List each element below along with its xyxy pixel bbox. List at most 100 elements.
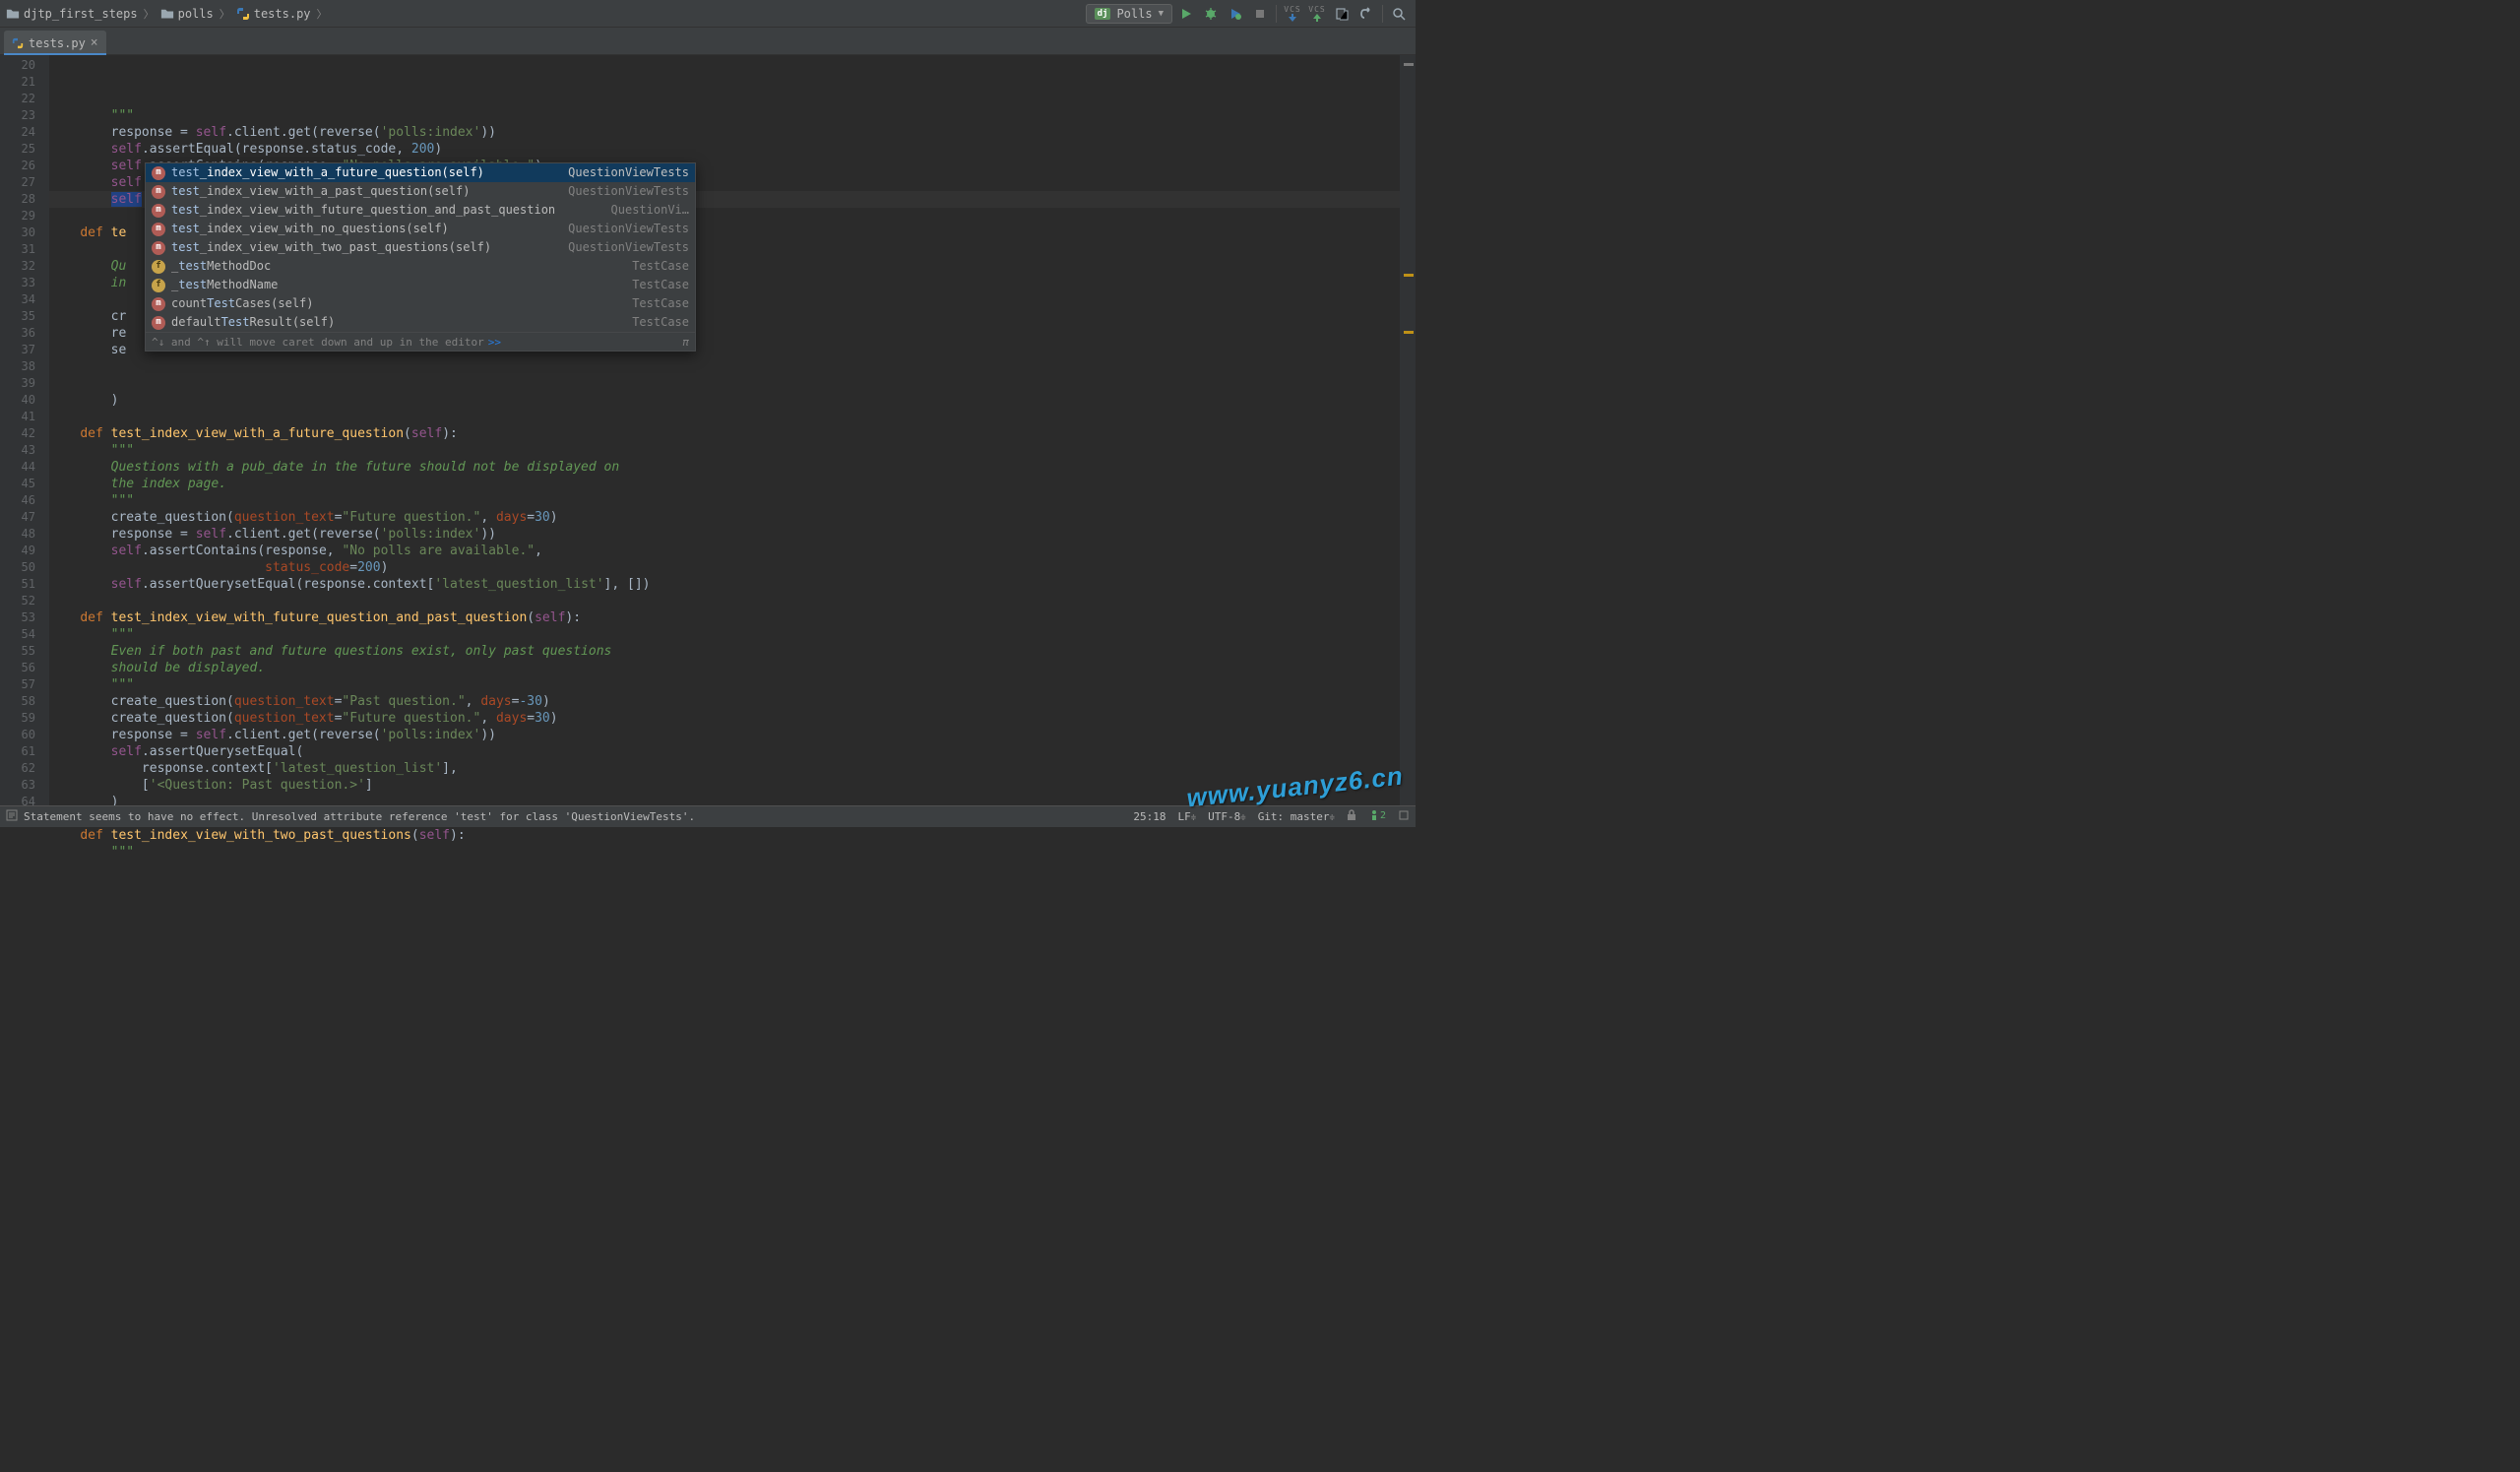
line-number[interactable]: 29 [0, 208, 35, 224]
caret-position[interactable]: 25:18 [1133, 810, 1166, 823]
debug-button[interactable] [1200, 3, 1222, 25]
line-number[interactable]: 46 [0, 492, 35, 509]
run-with-coverage-button[interactable] [1225, 3, 1246, 25]
memory-indicator[interactable] [1398, 809, 1410, 824]
completion-expand-link[interactable]: >> [488, 334, 501, 351]
breadcrumb-item-root[interactable]: djtp_first_steps [6, 7, 138, 21]
code-line[interactable]: def test_index_view_with_a_future_questi… [49, 425, 1416, 442]
code-line[interactable]: def test_index_view_with_future_question… [49, 609, 1416, 626]
line-number[interactable]: 39 [0, 375, 35, 392]
completion-popup[interactable]: mtest_index_view_with_a_future_question(… [145, 162, 696, 352]
run-configuration-selector[interactable]: dj Polls ▼ [1086, 4, 1172, 24]
completion-item[interactable]: f_testMethodNameTestCase [146, 276, 695, 294]
line-number[interactable]: 23 [0, 107, 35, 124]
run-button[interactable] [1175, 3, 1197, 25]
vcs-update-button[interactable]: VCS [1282, 3, 1303, 25]
line-number[interactable]: 32 [0, 258, 35, 275]
completion-item[interactable]: mtest_index_view_with_future_question_an… [146, 201, 695, 220]
line-number[interactable]: 53 [0, 609, 35, 626]
code-line[interactable]: response = self.client.get(reverse('poll… [49, 124, 1416, 141]
line-number[interactable]: 50 [0, 559, 35, 576]
stop-button[interactable] [1249, 3, 1271, 25]
file-encoding[interactable]: UTF-8≑ [1208, 810, 1246, 823]
code-line[interactable]: status_code=200) [49, 559, 1416, 576]
code-line[interactable]: self.assertQuerysetEqual(response.contex… [49, 576, 1416, 593]
code-line[interactable]: response = self.client.get(reverse('poll… [49, 727, 1416, 743]
line-number[interactable]: 26 [0, 158, 35, 174]
close-tab-button[interactable]: × [91, 35, 98, 50]
line-number[interactable]: 36 [0, 325, 35, 342]
gutter[interactable]: 2021222324252627282930313233343536373839… [0, 55, 49, 805]
code-line[interactable]: create_question(question_text="Future qu… [49, 509, 1416, 526]
line-number[interactable]: 42 [0, 425, 35, 442]
line-number[interactable]: 57 [0, 676, 35, 693]
code-line[interactable]: response = self.client.get(reverse('poll… [49, 526, 1416, 543]
line-number[interactable]: 44 [0, 459, 35, 476]
completion-item[interactable]: f_testMethodDocTestCase [146, 257, 695, 276]
line-number[interactable]: 60 [0, 727, 35, 743]
code-line[interactable]: ) [49, 392, 1416, 409]
line-number[interactable]: 20 [0, 57, 35, 74]
line-number[interactable]: 43 [0, 442, 35, 459]
code-line[interactable]: """ [49, 676, 1416, 693]
completion-item[interactable]: mtest_index_view_with_no_questions(self)… [146, 220, 695, 238]
editor-tab-tests[interactable]: tests.py × [4, 31, 106, 55]
code-line[interactable]: create_question(question_text="Future qu… [49, 710, 1416, 727]
code-line[interactable] [49, 375, 1416, 392]
code-line[interactable]: """ [49, 107, 1416, 124]
code-line[interactable]: create_question(question_text="Past ques… [49, 693, 1416, 710]
line-number[interactable]: 47 [0, 509, 35, 526]
completion-item[interactable]: mdefaultTestResult(self)TestCase [146, 313, 695, 332]
line-number[interactable]: 25 [0, 141, 35, 158]
stripe-marker[interactable] [1404, 274, 1414, 277]
line-number[interactable]: 45 [0, 476, 35, 492]
code-line[interactable]: self.assertEqual(response.status_code, 2… [49, 141, 1416, 158]
code-line[interactable]: def test_index_view_with_two_past_questi… [49, 827, 1416, 844]
git-branch[interactable]: Git: master≑ [1258, 810, 1335, 823]
line-number[interactable]: 59 [0, 710, 35, 727]
line-number[interactable]: 28 [0, 191, 35, 208]
line-number[interactable]: 62 [0, 760, 35, 777]
breadcrumb-item-polls[interactable]: polls [160, 7, 214, 21]
line-number[interactable]: 37 [0, 342, 35, 358]
line-number[interactable]: 22 [0, 91, 35, 107]
code-line[interactable] [49, 409, 1416, 425]
breadcrumb-item-file[interactable]: tests.py [236, 7, 311, 21]
code-line[interactable]: """ [49, 442, 1416, 459]
line-number[interactable]: 56 [0, 660, 35, 676]
vcs-history-button[interactable] [1331, 3, 1353, 25]
line-number[interactable]: 49 [0, 543, 35, 559]
line-number[interactable]: 41 [0, 409, 35, 425]
completion-item[interactable]: mtest_index_view_with_a_future_question(… [146, 163, 695, 182]
line-number[interactable]: 40 [0, 392, 35, 409]
code-editor[interactable]: """ response = self.client.get(reverse('… [49, 55, 1416, 805]
undo-button[interactable] [1355, 3, 1377, 25]
line-number[interactable]: 52 [0, 593, 35, 609]
line-number[interactable]: 51 [0, 576, 35, 593]
code-line[interactable] [49, 358, 1416, 375]
code-line[interactable]: should be displayed. [49, 660, 1416, 676]
stripe-marker[interactable] [1404, 63, 1414, 66]
line-number[interactable]: 58 [0, 693, 35, 710]
line-number[interactable]: 30 [0, 224, 35, 241]
code-line[interactable]: response.context['latest_question_list']… [49, 760, 1416, 777]
line-number[interactable]: 21 [0, 74, 35, 91]
code-line[interactable] [49, 593, 1416, 609]
line-number[interactable]: 33 [0, 275, 35, 291]
line-number[interactable]: 63 [0, 777, 35, 794]
code-line[interactable]: """ [49, 492, 1416, 509]
vcs-commit-button[interactable]: VCS [1306, 3, 1328, 25]
code-line[interactable]: """ [49, 844, 1416, 861]
line-number[interactable]: 54 [0, 626, 35, 643]
stripe-marker[interactable] [1404, 331, 1414, 334]
code-line[interactable]: """ [49, 626, 1416, 643]
line-number[interactable]: 35 [0, 308, 35, 325]
line-number[interactable]: 27 [0, 174, 35, 191]
line-number[interactable]: 38 [0, 358, 35, 375]
error-stripe[interactable] [1400, 55, 1416, 805]
code-line[interactable]: Even if both past and future questions e… [49, 643, 1416, 660]
line-number[interactable]: 55 [0, 643, 35, 660]
search-everywhere-button[interactable] [1388, 3, 1410, 25]
completion-item[interactable]: mtest_index_view_with_two_past_questions… [146, 238, 695, 257]
line-number[interactable]: 24 [0, 124, 35, 141]
